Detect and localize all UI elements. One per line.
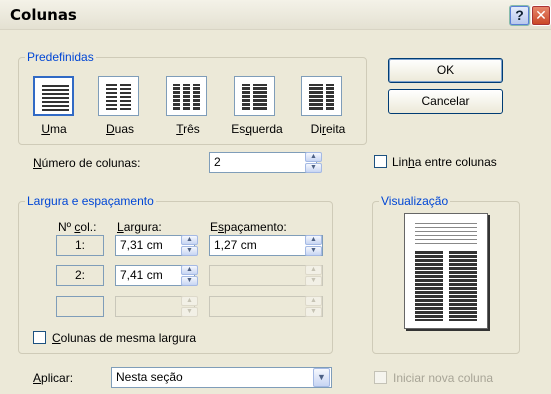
preview-page-icon bbox=[415, 223, 477, 321]
width-spinner-3: ▲ ▼ bbox=[181, 296, 198, 317]
spin-down-icon: ▼ bbox=[305, 276, 322, 286]
spin-down-icon[interactable]: ▼ bbox=[305, 246, 322, 256]
num-columns-spinner[interactable]: ▲ ▼ bbox=[305, 152, 322, 173]
spin-up-icon[interactable]: ▲ bbox=[181, 265, 198, 275]
equal-width-checkbox[interactable] bbox=[33, 331, 46, 344]
spacing-spinner-2: ▲ ▼ bbox=[305, 265, 322, 286]
start-new-column-checkbox bbox=[374, 371, 387, 384]
help-icon: ? bbox=[515, 7, 524, 23]
spin-down-icon: ▼ bbox=[181, 307, 198, 317]
spin-up-icon[interactable]: ▲ bbox=[305, 235, 322, 245]
apply-select[interactable]: Nesta seção bbox=[111, 367, 332, 388]
preset-right-button[interactable] bbox=[301, 76, 342, 116]
width-spacing-legend: Largura e espaçamento bbox=[25, 194, 156, 208]
spacing-header: Espaçamento: bbox=[210, 220, 287, 234]
num-columns-input[interactable]: 2 bbox=[209, 152, 317, 173]
spin-down-icon[interactable]: ▼ bbox=[181, 246, 198, 256]
presets-legend: Predefinidas bbox=[25, 50, 96, 64]
two-columns-icon bbox=[106, 84, 131, 110]
spin-up-icon: ▲ bbox=[305, 296, 322, 306]
width-header: Largura: bbox=[117, 220, 162, 234]
help-button[interactable]: ? bbox=[509, 5, 530, 26]
spin-up-icon[interactable]: ▲ bbox=[305, 152, 322, 162]
preset-three-button[interactable] bbox=[166, 76, 207, 116]
line-between-label: Linha entre colunas bbox=[392, 155, 497, 169]
col-number-2: 2: bbox=[56, 265, 104, 286]
spin-up-icon: ▲ bbox=[305, 265, 322, 275]
dialog-title: Colunas bbox=[10, 6, 77, 24]
left-columns-icon bbox=[242, 84, 267, 110]
right-columns-icon bbox=[309, 84, 334, 110]
preset-three-label: Três bbox=[176, 122, 200, 136]
preset-right-label: Direita bbox=[310, 122, 346, 136]
preset-two-label: Duas bbox=[105, 122, 135, 136]
col-number-1: 1: bbox=[56, 235, 104, 256]
one-column-icon bbox=[42, 85, 69, 111]
apply-label: Aplicar: bbox=[33, 371, 74, 385]
spin-down-icon[interactable]: ▼ bbox=[181, 276, 198, 286]
preset-one-label: Uma bbox=[41, 122, 67, 136]
preset-one-button[interactable] bbox=[33, 76, 74, 116]
col-number-3 bbox=[56, 296, 104, 317]
three-columns-icon bbox=[173, 84, 200, 110]
spin-down-icon[interactable]: ▼ bbox=[305, 163, 322, 173]
line-between-checkbox[interactable] bbox=[374, 155, 387, 168]
preset-left-button[interactable] bbox=[234, 76, 275, 116]
num-columns-label: Número de colunas: bbox=[33, 156, 141, 170]
chevron-down-icon[interactable]: ▼ bbox=[313, 368, 330, 387]
width-spinner-1[interactable]: ▲ ▼ bbox=[181, 235, 198, 256]
preset-left-label: Esquerda bbox=[231, 122, 283, 136]
spin-down-icon: ▼ bbox=[305, 307, 322, 317]
spacing-spinner-1[interactable]: ▲ ▼ bbox=[305, 235, 322, 256]
start-new-column-label: Iniciar nova coluna bbox=[393, 371, 494, 385]
spacing-spinner-3: ▲ ▼ bbox=[305, 296, 322, 317]
spin-up-icon: ▲ bbox=[181, 296, 198, 306]
title-bar: Colunas ? ✕ bbox=[0, 0, 551, 30]
width-spinner-2[interactable]: ▲ ▼ bbox=[181, 265, 198, 286]
preset-two-button[interactable] bbox=[98, 76, 139, 116]
preview-legend: Visualização bbox=[379, 194, 451, 208]
preview-page bbox=[404, 213, 488, 329]
close-button[interactable]: ✕ bbox=[531, 5, 551, 26]
cancel-button[interactable]: Cancelar bbox=[388, 89, 503, 114]
col-header: Nº col.: bbox=[58, 220, 97, 234]
equal-width-label: Colunas de mesma largura bbox=[52, 331, 197, 345]
spin-up-icon[interactable]: ▲ bbox=[181, 235, 198, 245]
close-icon: ✕ bbox=[535, 7, 547, 23]
ok-button[interactable]: OK bbox=[388, 58, 503, 83]
